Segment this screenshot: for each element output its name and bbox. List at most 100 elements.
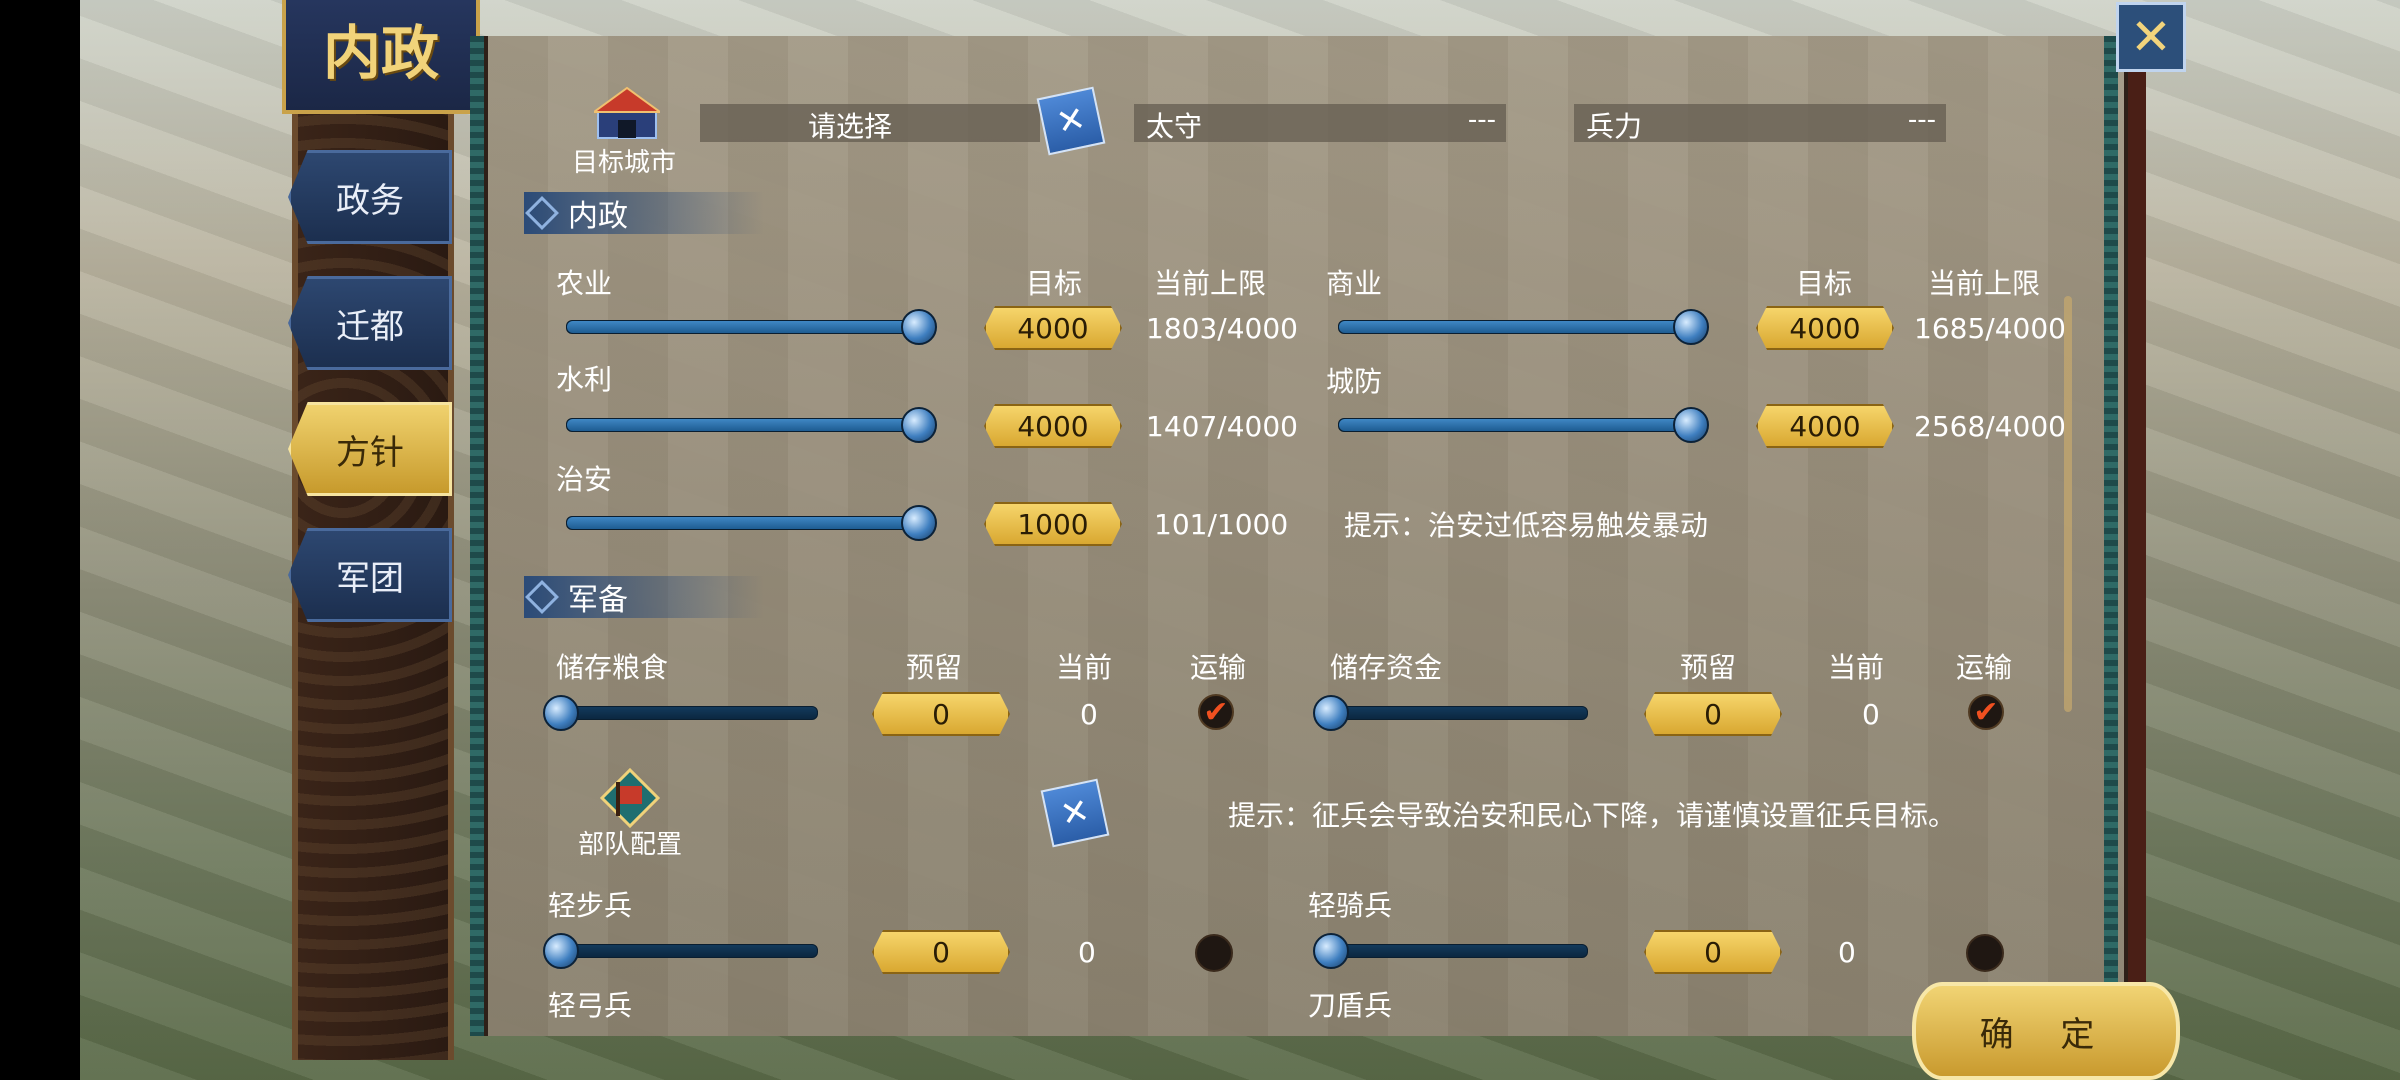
agriculture-slider-handle[interactable] [901,309,937,345]
tab-politics[interactable]: 政务 [288,150,452,244]
transport-header-right: 运输 [1956,651,2013,684]
governor-label: 太守 [1146,110,1203,143]
commerce-slider[interactable] [1338,309,1709,345]
stored-funds-label: 储存资金 [1330,651,1443,684]
title-banner: 内政 [282,0,480,114]
commerce-current: 1685/4000 [1914,312,2066,345]
target-header-left: 目标 [1026,267,1083,300]
target-city-label: 目标城市 [572,148,677,178]
current-header-left: 当前 [1056,651,1113,684]
sword-shield-label: 刀盾兵 [1308,989,1393,1022]
agriculture-slider[interactable] [566,309,937,345]
tab-corps[interactable]: 军团 [288,528,452,622]
current-header-right: 当前 [1828,651,1885,684]
governor-field: 太守 --- [1134,104,1506,143]
tab-policy[interactable]: 方针 [288,402,452,496]
agriculture-target-input[interactable]: 4000 [984,306,1122,350]
public-order-slider-handle[interactable] [901,505,937,541]
light-cavalry-slider[interactable] [1313,933,1588,969]
stored-grain-slider-handle[interactable] [543,695,579,731]
troops-value: --- [1907,105,1936,135]
governor-value: --- [1467,105,1496,135]
public-order-slider[interactable] [566,505,937,541]
diamond-icon [525,196,559,230]
irrigation-label: 水利 [556,363,613,396]
public-order-target-input[interactable]: 1000 [984,502,1122,546]
public-order-label: 治安 [556,463,613,496]
internal-affairs-title: 内政 [568,199,628,234]
city-select-field[interactable]: 请选择 [700,104,1040,143]
close-icon: ✕ [2130,8,2172,66]
panel-scrollbar[interactable] [2064,296,2072,712]
reserve-header-right: 预留 [1680,651,1737,684]
close-button[interactable]: ✕ [2116,2,2186,72]
confirm-button[interactable]: 确 定 [1912,982,2180,1080]
limit-header-right: 当前上限 [1928,267,2041,300]
crossed-swords-icon: ✕ [1056,790,1094,836]
military-header: 军备 [524,576,764,618]
city-defense-slider-handle[interactable] [1673,407,1709,443]
light-archer-label: 轻弓兵 [548,989,633,1022]
troop-banner-icon[interactable] [600,768,660,828]
stored-funds-transport-checkbox[interactable]: ✔ [1968,694,2004,730]
city-defense-slider[interactable] [1338,407,1709,443]
city-gate-icon[interactable] [594,84,660,142]
agriculture-label: 农业 [556,267,613,300]
stored-funds-current: 0 [1862,698,1880,731]
stored-funds-slider-handle[interactable] [1313,695,1349,731]
commerce-slider-handle[interactable] [1673,309,1709,345]
stored-grain-current: 0 [1080,698,1098,731]
transport-header-left: 运输 [1190,651,1247,684]
checkmark-icon: ✔ [1203,694,1229,730]
troops-label: 兵力 [1586,110,1643,143]
banner-title: 内政 [322,19,439,87]
troop-config-label: 部队配置 [578,830,683,860]
conscription-hint: 提示：征兵会导致治安和民心下降，请谨慎设置征兵目标。 [1228,799,1957,832]
public-order-current: 101/1000 [1154,508,1289,541]
checkmark-icon: ✔ [1973,694,1999,730]
light-cavalry-label: 轻骑兵 [1308,889,1393,922]
light-infantry-slider-handle[interactable] [543,933,579,969]
diamond-icon [525,580,559,614]
military-title: 军备 [568,583,628,618]
troop-config-button[interactable]: ✕ [1040,778,1110,848]
limit-header-left: 当前上限 [1154,267,1267,300]
light-infantry-transport-toggle[interactable] [1195,934,1233,972]
crossed-swords-icon: ✕ [1052,98,1090,144]
left-letterbox [0,0,80,1080]
city-select-button[interactable]: ✕ [1036,86,1106,156]
reserve-header-left: 预留 [906,651,963,684]
light-infantry-slider[interactable] [543,933,818,969]
stored-grain-reserve-input[interactable]: 0 [872,692,1010,736]
left-rope-border [470,36,484,1036]
light-cavalry-current: 0 [1838,936,1856,969]
target-header-right: 目标 [1796,267,1853,300]
main-panel [478,36,2134,1036]
light-cavalry-transport-toggle[interactable] [1966,934,2004,972]
city-defense-current: 2568/4000 [1914,410,2066,443]
internal-affairs-header: 内政 [524,192,764,234]
commerce-label: 商业 [1326,267,1383,300]
stored-grain-slider[interactable] [543,695,818,731]
irrigation-slider[interactable] [566,407,937,443]
stored-grain-label: 储存粮食 [556,651,669,684]
tab-relocate-capital[interactable]: 迁都 [288,276,452,370]
light-cavalry-slider-handle[interactable] [1313,933,1349,969]
irrigation-slider-handle[interactable] [901,407,937,443]
public-order-hint: 提示：治安过低容易触发暴动 [1344,509,1709,542]
light-infantry-current: 0 [1078,936,1096,969]
stored-funds-slider[interactable] [1313,695,1588,731]
right-post [2128,20,2146,1060]
commerce-target-input[interactable]: 4000 [1756,306,1894,350]
stored-funds-reserve-input[interactable]: 0 [1644,692,1782,736]
right-rope-border [2104,36,2118,1036]
light-cavalry-reserve-input[interactable]: 0 [1644,930,1782,974]
troops-field: 兵力 --- [1574,104,1946,143]
irrigation-current: 1407/4000 [1146,410,1298,443]
city-select-placeholder: 请选择 [808,110,893,143]
stored-grain-transport-checkbox[interactable]: ✔ [1198,694,1234,730]
light-infantry-reserve-input[interactable]: 0 [872,930,1010,974]
city-defense-target-input[interactable]: 4000 [1756,404,1894,448]
light-infantry-label: 轻步兵 [548,889,633,922]
irrigation-target-input[interactable]: 4000 [984,404,1122,448]
